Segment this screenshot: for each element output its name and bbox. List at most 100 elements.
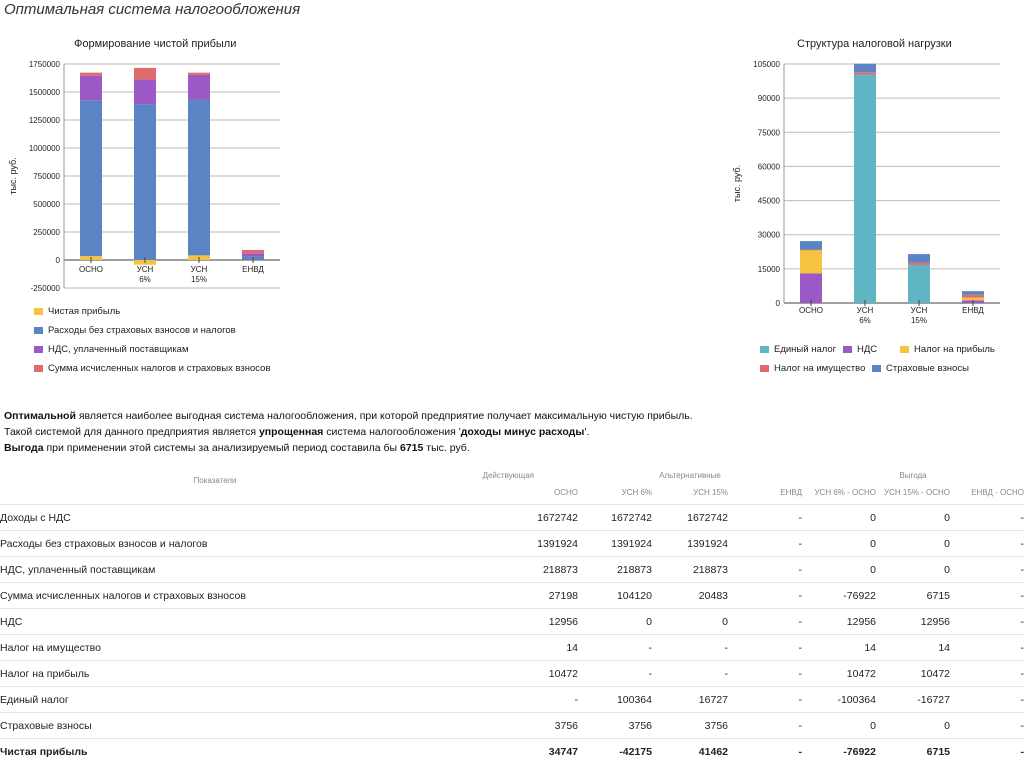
x-tick-label: УСН	[857, 306, 874, 315]
summary-system-type-bold: доходы минус расходы	[460, 426, 585, 438]
legend-label: НДС	[857, 344, 878, 355]
row-label: Расходы без страховых взносов и налогов	[0, 530, 430, 557]
y-tick-label: 1250000	[29, 116, 61, 125]
table-cell: -	[950, 608, 1024, 635]
x-tick-label: УСН	[191, 265, 208, 274]
bar-segment	[854, 72, 876, 75]
legend-label: Налог на имущество	[774, 363, 866, 374]
table-cell: 0	[876, 712, 950, 739]
summary-optimal-bold: Оптимальной	[4, 410, 76, 422]
x-tick-label: ЕНВД	[962, 306, 984, 315]
summary-line-2: Такой системой для данного предприятия я…	[4, 424, 693, 440]
legend-item[interactable]: Налог на имущество	[760, 363, 865, 374]
y-axis-label: тыс. руб.	[8, 157, 18, 194]
table-cell: 0	[802, 712, 876, 739]
bar-segment	[188, 99, 210, 256]
table-cell: 0	[578, 608, 652, 635]
y-tick-label: 750000	[33, 172, 60, 181]
legend-item[interactable]: Сумма исчисленных налогов и страховых вз…	[34, 363, 271, 374]
bar-segment	[134, 67, 156, 80]
page-title: Оптимальная система налогообложения	[4, 1, 301, 18]
table-cell: -	[728, 686, 802, 713]
header-group-benefit: Выгода	[899, 471, 927, 480]
legend-swatch	[760, 365, 769, 372]
legend-item[interactable]: НДС	[843, 344, 877, 355]
bar-segment	[134, 104, 156, 260]
table-cell: 0	[652, 608, 728, 635]
bar-segment	[962, 297, 984, 301]
x-tick-label: УСН	[137, 265, 154, 274]
table-cell: 6715	[876, 738, 950, 764]
bar-segment	[908, 262, 930, 265]
table-cell: 3756	[652, 712, 728, 739]
summary-system-bold: упрощенная	[258, 426, 324, 438]
table-cell: 104120	[578, 582, 652, 609]
y-tick-label: 1000000	[29, 144, 61, 153]
bar-segment	[242, 249, 264, 254]
table-cell: 41462	[652, 738, 728, 764]
table-cell: 0	[802, 530, 876, 557]
legend-item[interactable]: НДС, уплаченный поставщикам	[34, 344, 189, 355]
table-cell: -	[950, 556, 1024, 583]
table-row: Единый налог -100364 16727- -100364 -16727-	[0, 686, 1024, 713]
y-tick-label: -250000	[31, 284, 61, 293]
summary-line-2-mid: система налогообложения '	[323, 426, 461, 438]
y-tick-label: 105000	[753, 60, 780, 69]
table-cell: -76922	[802, 582, 876, 609]
legend-swatch	[34, 365, 43, 372]
table-cell: -	[728, 530, 802, 557]
legend-label: Налог на прибыль	[914, 344, 995, 355]
y-tick-label: 0	[776, 299, 781, 308]
table-cell: 12956	[430, 608, 578, 635]
table-cell: 16727	[652, 686, 728, 713]
legend-swatch	[872, 365, 881, 372]
table-cell: 14	[876, 634, 950, 661]
table-cell: -100364	[802, 686, 876, 713]
bar-segment	[80, 75, 102, 101]
table-cell: -	[728, 712, 802, 739]
row-label: Единый налог	[0, 686, 430, 713]
table-cell: 10472	[430, 660, 578, 687]
summary-benefit-bold: Выгода	[4, 442, 44, 454]
bar-segment	[800, 249, 822, 251]
column-header: ОСНО	[554, 487, 578, 497]
x-tick-label: ЕНВД	[242, 265, 264, 274]
row-label: Сумма исчисленных налогов и страховых вз…	[0, 582, 430, 609]
summary-text: Оптимальной является наиболее выгодная с…	[4, 408, 693, 456]
table-row: Налог на прибыль 10472- - -10472 10472-	[0, 660, 1024, 687]
table-cell: 14	[802, 634, 876, 661]
row-label: Чистая прибыль	[0, 738, 430, 764]
table-cell: -	[728, 504, 802, 531]
y-tick-label: 500000	[33, 200, 60, 209]
legend-item[interactable]: Налог на прибыль	[900, 344, 995, 355]
y-tick-label: 1750000	[29, 60, 61, 69]
table-cell: 1391924	[652, 530, 728, 557]
comparison-table: Показатели Действующая Альтернативные Вы…	[0, 456, 1024, 764]
x-tick-label: УСН	[911, 306, 928, 315]
bar-segment	[908, 264, 930, 303]
chart1-legend: Чистая прибыль Расходы без страховых взно…	[34, 306, 334, 386]
legend-swatch	[900, 346, 909, 353]
table-row: Сумма исчисленных налогов и страховых вз…	[0, 582, 1024, 609]
summary-line-2-end: '.	[584, 426, 590, 438]
legend-item[interactable]: Расходы без страховых взносов и налогов	[34, 325, 236, 336]
summary-line-3-end: тыс. руб.	[423, 442, 470, 454]
bar-segment	[962, 291, 984, 295]
legend-swatch	[34, 327, 43, 334]
summary-benefit-value: 6715	[400, 442, 424, 454]
y-axis-label: тыс. руб.	[732, 165, 742, 202]
chart2-title: Структура налоговой нагрузки	[797, 38, 952, 50]
legend-item[interactable]: Единый налог	[760, 344, 836, 355]
table-cell: -	[728, 556, 802, 583]
chart1-title: Формирование чистой прибыли	[74, 38, 237, 50]
bar-segment	[80, 100, 102, 257]
table-cell: 100364	[578, 686, 652, 713]
x-tick-label: ОСНО	[79, 265, 103, 274]
bar-segment	[800, 273, 822, 303]
legend-item[interactable]: Страховые взносы	[872, 363, 969, 374]
legend-item[interactable]: Чистая прибыль	[34, 306, 120, 317]
x-tick-label: 15%	[191, 275, 207, 284]
bar-segment	[188, 72, 210, 75]
table-cell: 34747	[430, 738, 578, 764]
bar-segment	[854, 74, 876, 303]
